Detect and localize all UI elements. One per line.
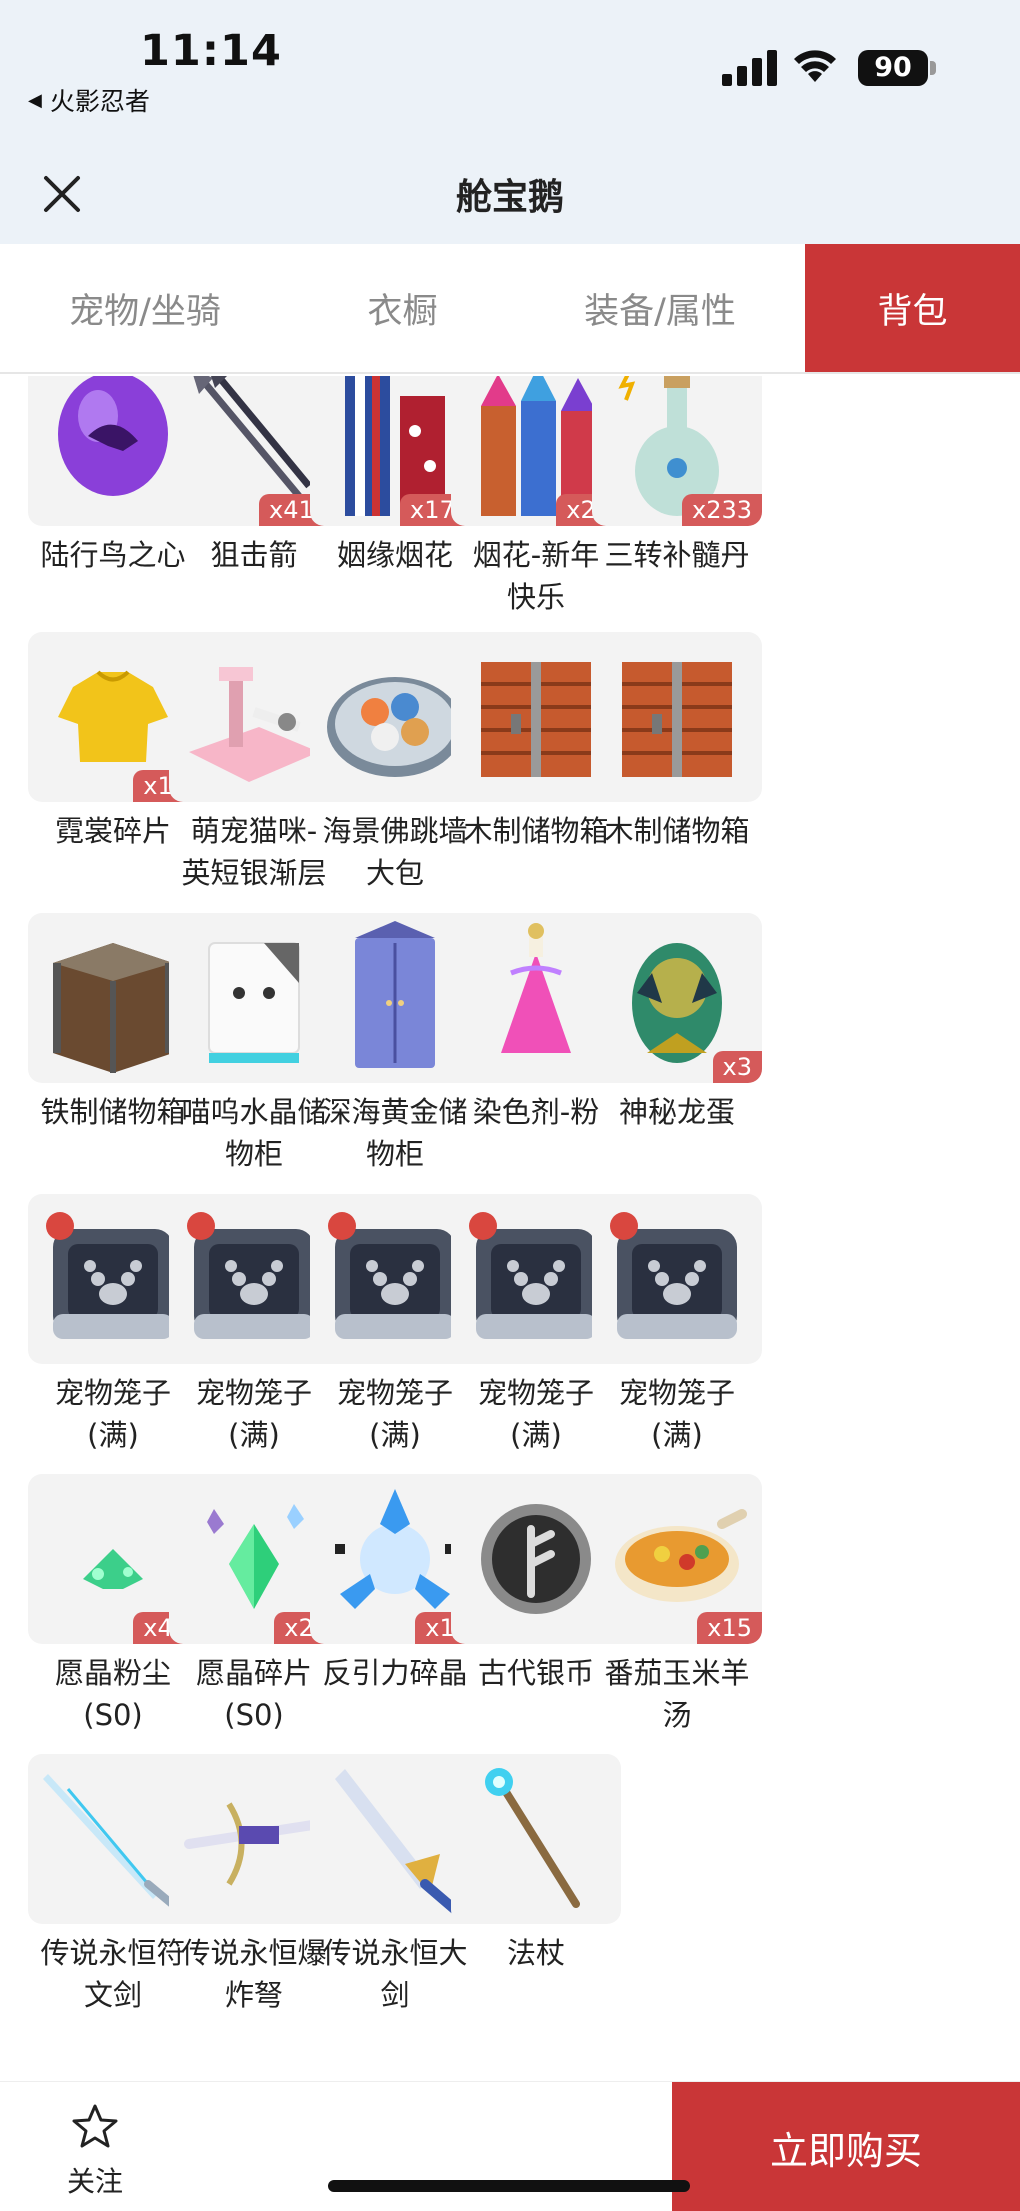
back-to-app-link[interactable]: ◀ 火影忍者	[28, 82, 150, 118]
follow-button[interactable]: 关注	[50, 2102, 140, 2200]
item-tile	[592, 632, 762, 802]
item-name-line: 神秘龙蛋	[618, 1095, 735, 1129]
item-name-line: 番茄玉米羊	[604, 1656, 750, 1690]
tab-wardrobe[interactable]: 衣橱	[290, 244, 515, 372]
paw-flag-icon	[187, 1212, 215, 1240]
item-name-line: 大包	[365, 856, 424, 890]
item-name-line: 木制储物箱	[604, 814, 750, 848]
item-count-badge: x3	[712, 1051, 762, 1083]
item-grid: 陆行鸟之心 x414 狙击箭 x176 姻缘烟花 x21 烟花-新年 快乐 x233 三转补髓丹 x…	[0, 376, 1020, 2052]
item-count-badge: x15	[697, 1612, 762, 1644]
item-name-line: 宠物笼子	[618, 1376, 735, 1410]
item-name: 三转补髓丹	[578, 534, 776, 576]
paw-flag-icon	[46, 1212, 74, 1240]
battery-tip	[930, 61, 936, 75]
item-name-line: 剑	[380, 1978, 410, 2012]
item-tile: x233	[592, 376, 762, 526]
item-name: 宠物笼子 (满)	[578, 1372, 776, 1456]
item-tile: x3	[592, 913, 762, 1083]
tab-backpack[interactable]: 背包	[805, 244, 1020, 372]
star-icon	[72, 2104, 118, 2148]
tab-equipment-attributes[interactable]: 装备/属性	[515, 244, 805, 372]
paw-flag-icon	[469, 1212, 497, 1240]
item-tile	[592, 1194, 762, 1364]
cellular-signal-icon	[722, 50, 777, 86]
item-name-line: 法杖	[506, 1936, 565, 1970]
staff-icon	[485, 1768, 580, 1908]
top-header: 11:14 ◀ 火影忍者 90 舱宝鹅	[0, 0, 1020, 244]
follow-label: 关注	[66, 2165, 123, 2198]
battery-indicator: 90	[858, 50, 928, 86]
item-name-line: 物柜	[365, 1137, 424, 1171]
item-name-line: (S0)	[224, 1698, 284, 1732]
buy-now-button[interactable]: 立即购买	[672, 2082, 1020, 2211]
back-app-label: 火影忍者	[49, 87, 150, 116]
item-name-line: 快乐	[506, 580, 565, 614]
item-tile	[451, 1754, 621, 1924]
item-name: 木制储物箱	[578, 810, 776, 852]
item-name-line: 汤	[662, 1698, 692, 1732]
paw-flag-icon	[328, 1212, 356, 1240]
back-triangle-icon: ◀	[28, 89, 42, 111]
item-tile: x15	[592, 1474, 762, 1644]
home-indicator	[328, 2180, 690, 2192]
wooden-crate-icon	[622, 662, 732, 777]
item-count-badge: x233	[681, 494, 762, 526]
item-name: 神秘龙蛋	[578, 1091, 776, 1133]
item-name: 番茄玉米羊汤	[578, 1652, 776, 1736]
status-time: 11:14	[140, 26, 282, 76]
wifi-icon	[794, 50, 836, 82]
item-name-line: 三转补髓丹	[604, 538, 750, 572]
item-name: 法杖	[437, 1932, 635, 1974]
tab-pets-mounts[interactable]: 宠物/坐骑	[0, 244, 290, 372]
page-title: 舱宝鹅	[455, 177, 564, 218]
paw-flag-icon	[610, 1212, 638, 1240]
item-name-line: (满)	[651, 1418, 703, 1452]
category-tabs: 宠物/坐骑 衣橱 装备/属性 背包	[0, 244, 1020, 374]
